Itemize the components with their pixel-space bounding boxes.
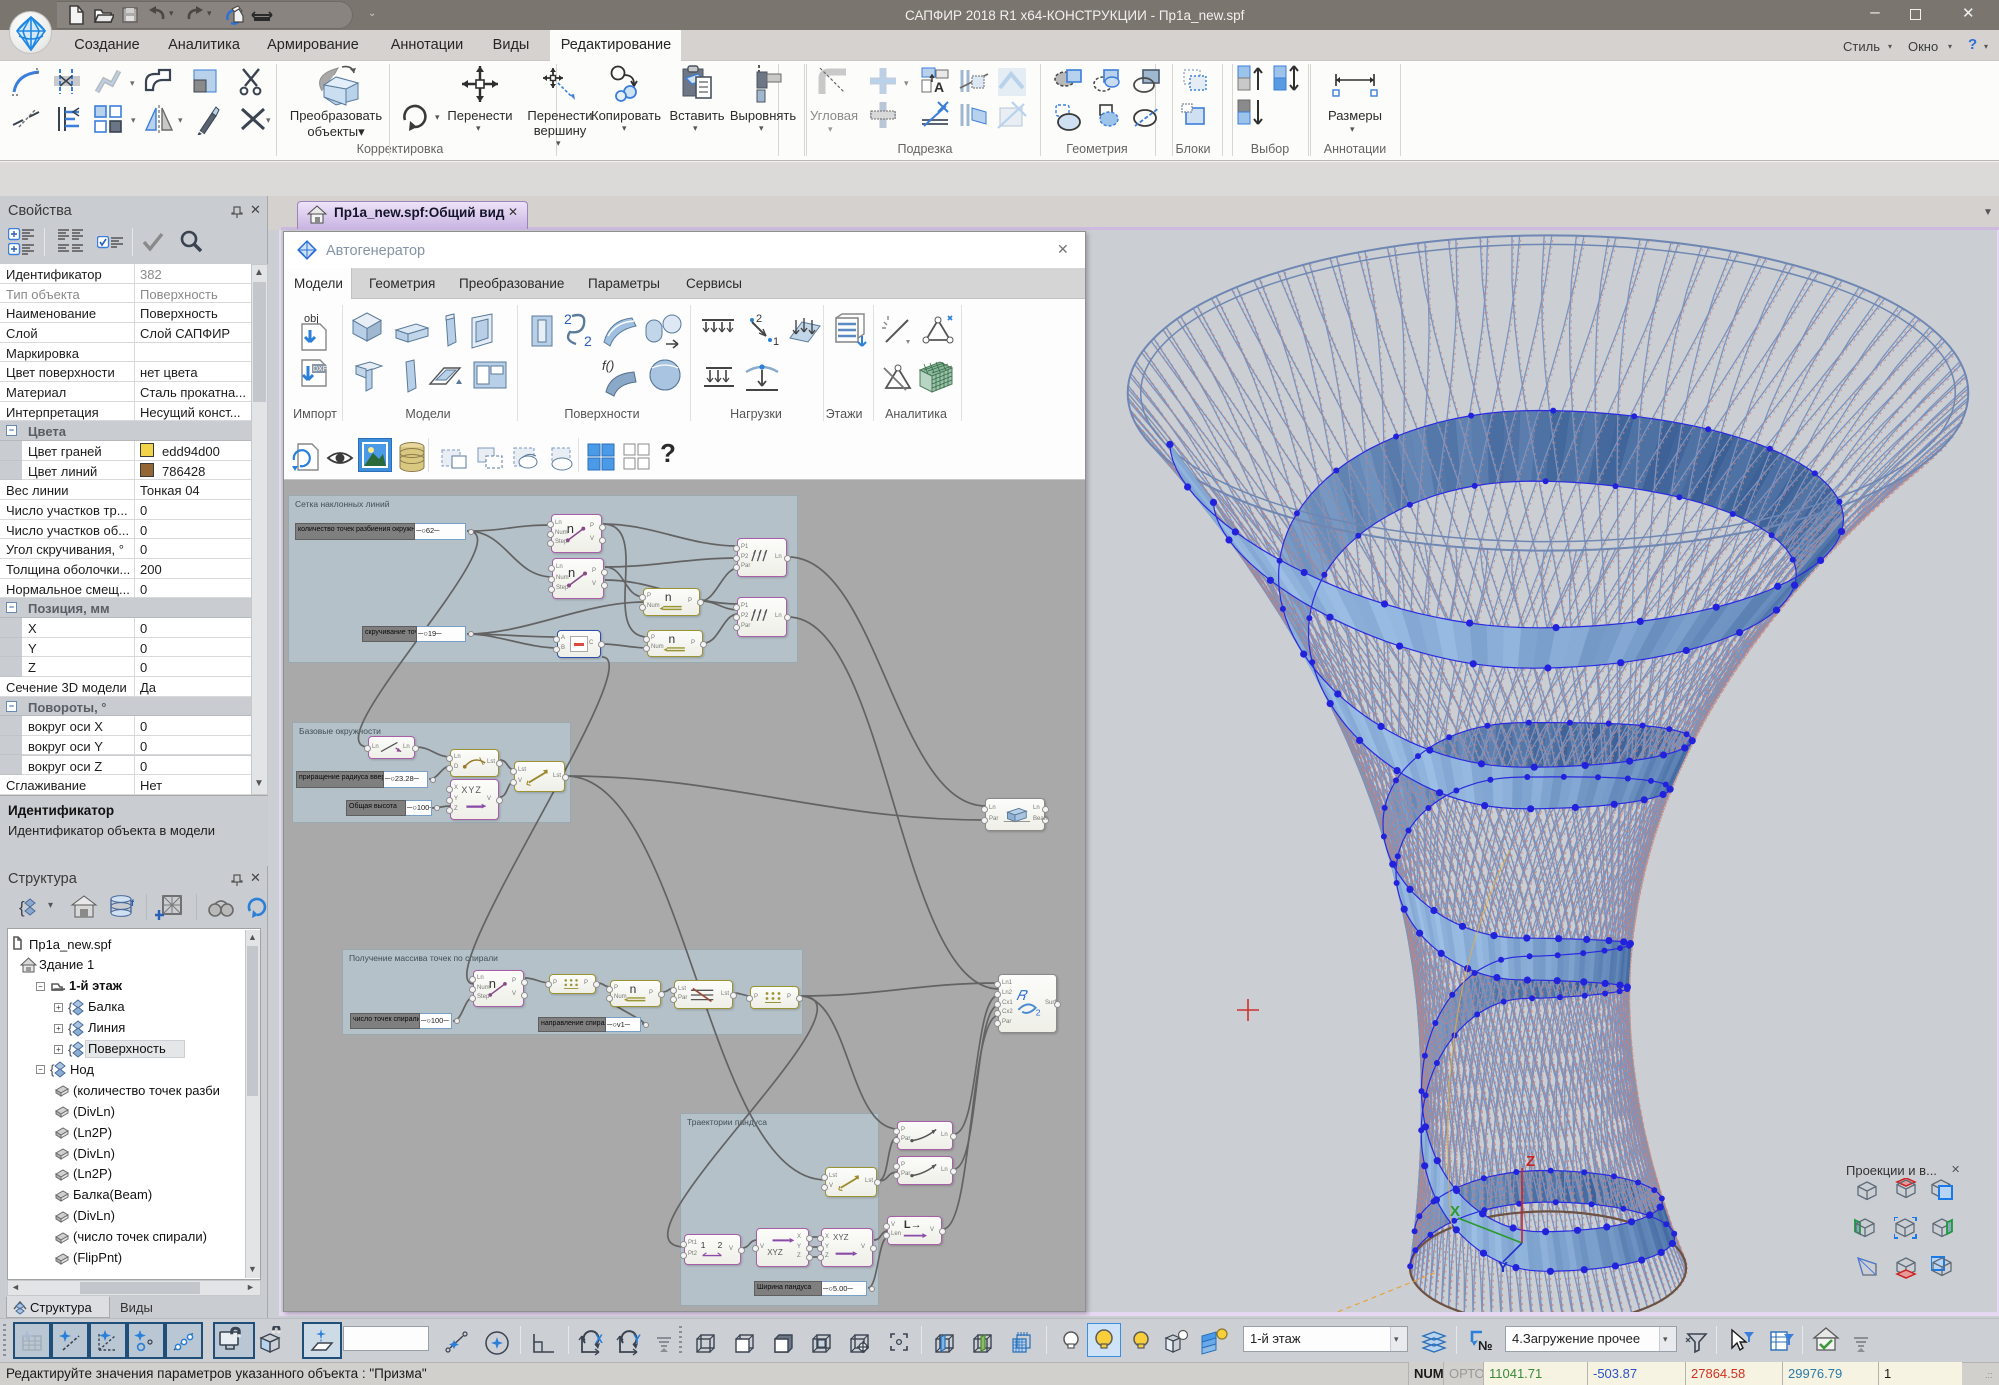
svg-text:2: 2 [584,333,592,349]
svg-text:2: 2 [1036,1008,1041,1018]
svg-text:DXF: DXF [313,366,327,373]
svg-text:Y: Y [633,1332,641,1346]
svg-text:{: { [68,1042,73,1057]
svg-text:Y: Y [1498,1259,1508,1276]
svg-text:{: { [68,1021,73,1036]
svg-text:2: 2 [756,313,762,325]
svg-text:X: X [1450,1203,1460,1220]
svg-text:2: 2 [564,311,572,327]
svg-text:1: 1 [701,1240,706,1250]
svg-text:№: № [1478,1338,1493,1353]
svg-text:X: X [595,1332,603,1346]
svg-text:Z: Z [1526,1153,1535,1170]
svg-text:f: f [131,898,135,908]
svg-text:{: { [19,898,25,917]
svg-text:1: 1 [773,336,779,348]
svg-text:A: A [934,79,944,95]
svg-text:𝑅: 𝑅 [1016,988,1028,1003]
svg-text:obj: obj [304,313,319,325]
svg-text:{: { [68,1000,73,1015]
svg-text:f(): f() [602,358,614,373]
svg-text:2: 2 [718,1240,723,1250]
svg-text:{: { [50,1062,55,1077]
